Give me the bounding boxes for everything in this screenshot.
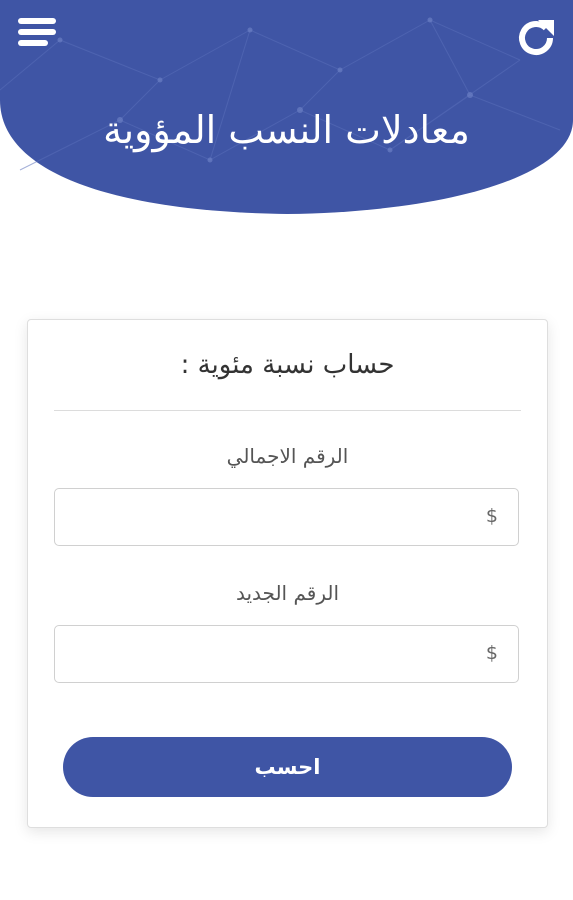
new-number-field[interactable]: $ <box>54 625 519 683</box>
menu-button[interactable] <box>18 18 56 48</box>
calculate-button[interactable]: احسب <box>63 737 512 797</box>
new-number-label: الرقم الجديد <box>235 581 340 605</box>
refresh-button[interactable] <box>514 16 558 60</box>
app-header: معادلات النسب المؤوية <box>0 0 573 215</box>
dollar-sign: $ <box>485 642 498 664</box>
percentage-calculator-card: حساب نسبة مئوية : الرقم الاجمالي $ الرقم… <box>27 319 548 828</box>
total-number-label: الرقم الاجمالي <box>226 444 349 468</box>
hamburger-menu-icon-line-3 <box>18 40 48 46</box>
dollar-sign: $ <box>485 505 498 527</box>
total-number-input[interactable] <box>55 489 518 545</box>
total-number-field[interactable]: $ <box>54 488 519 546</box>
new-number-input[interactable] <box>55 626 518 682</box>
card-title: حساب نسبة مئوية : <box>180 350 395 380</box>
refresh-icon <box>519 20 554 55</box>
divider <box>54 410 521 411</box>
hamburger-menu-icon-line-2 <box>18 29 56 35</box>
page-title: معادلات النسب المؤوية <box>103 108 470 152</box>
hamburger-menu-icon <box>18 18 56 24</box>
